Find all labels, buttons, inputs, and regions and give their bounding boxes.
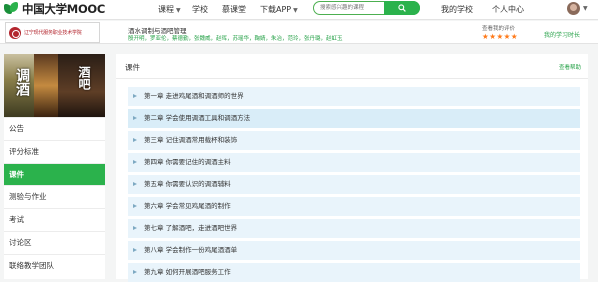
sidebar-item-contact-team[interactable]: 联络教学团队: [4, 253, 105, 277]
chevron-down-icon[interactable]: ▼: [583, 5, 588, 12]
chapter-item[interactable]: 第二章 学会使用调酒工具和调酒方法: [128, 109, 580, 128]
school-name: 辽宁现代服务职业技术学院: [24, 30, 82, 36]
chapter-item[interactable]: 第三章 记住调酒常用载杯和装饰: [128, 131, 580, 150]
course-header: 辽宁现代服务职业技术学院 酒水调制与酒吧管理 殷开明，罗亚伦，蔡德勤，张魏威，赵…: [0, 21, 598, 44]
school-emblem-icon: [9, 26, 21, 39]
sidebar-item-exam[interactable]: 考试: [4, 208, 105, 231]
nav-download-app[interactable]: 下载APP ▼: [260, 4, 298, 15]
course-cover-image: 调酒 酒吧: [4, 54, 105, 117]
chapter-item[interactable]: 第一章 走进鸡尾酒和调酒师的世界: [128, 87, 580, 106]
page-title: 课件: [125, 63, 140, 72]
nav-download-label: 下载APP: [260, 5, 292, 14]
sidebar-item-announcements[interactable]: 公告: [4, 117, 105, 140]
chapter-item[interactable]: 第八章 学会制作一份鸡尾酒酒单: [128, 241, 580, 260]
sidebar-item-forum[interactable]: 讨论区: [4, 230, 105, 254]
nav-my-school[interactable]: 我的学校: [441, 4, 473, 15]
cover-text-left: 调酒: [14, 68, 30, 96]
top-nav: 中国大学MOOC 课程▼ 学校 慕课堂 下载APP▼ 我的学校 个人中心 ▼: [0, 0, 598, 20]
site-logo[interactable]: 中国大学MOOC: [4, 1, 105, 17]
nav-course[interactable]: 课程 ▼: [158, 4, 181, 15]
chapter-item[interactable]: 第九章 如何开展酒吧服务工作: [128, 263, 580, 282]
sidebar-item-grading[interactable]: 评分标准: [4, 139, 105, 163]
sidebar: 调酒 酒吧 公告 评分标准 课件 测验与作业 考试 讨论区 联络教学团队: [4, 54, 105, 279]
chevron-down-icon: ▼: [176, 7, 181, 14]
rating-stars: ★★★★★: [482, 32, 519, 41]
search-button[interactable]: [384, 1, 420, 15]
chevron-down-icon: ▼: [293, 7, 298, 14]
course-teachers[interactable]: 殷开明，罗亚伦，蔡德勤，张魏威，赵晖，苏瑶华，鞠婧，朱冶，范玲，张丹璐，赵虹玉: [128, 34, 343, 42]
study-time-link[interactable]: 我的学习时长: [544, 30, 580, 39]
school-logo[interactable]: 辽宁现代服务职业技术学院: [5, 22, 100, 43]
mooc-logo-icon: [4, 2, 19, 16]
sidebar-item-courseware[interactable]: 课件: [4, 162, 105, 186]
my-rating-link[interactable]: 查看我的评价: [482, 24, 515, 32]
chapter-item[interactable]: 第六章 学会常见鸡尾酒的制作: [128, 197, 580, 216]
avatar[interactable]: [567, 2, 580, 15]
search-icon: [398, 4, 406, 12]
search-box: [313, 1, 420, 15]
help-link[interactable]: 查看帮助: [559, 63, 581, 71]
courseware-panel: 课件 查看帮助 第一章 走进鸡尾酒和调酒师的世界 第二章 学会使用调酒工具和调酒…: [116, 54, 588, 282]
chapter-item[interactable]: 第七章 了解酒吧，走进酒吧世界: [128, 219, 580, 238]
nav-classroom[interactable]: 慕课堂: [222, 4, 246, 15]
nav-course-label: 课程: [158, 5, 174, 14]
sidebar-menu: 公告 评分标准 课件 测验与作业 考试 讨论区 联络教学团队: [4, 117, 105, 277]
cover-text-right: 酒吧: [77, 66, 91, 90]
nav-personal-center[interactable]: 个人中心: [492, 4, 524, 15]
divider: [116, 78, 588, 79]
nav-school[interactable]: 学校: [192, 4, 208, 15]
chapter-item[interactable]: 第四章 你需要记住的调酒主料: [128, 153, 580, 172]
search-input[interactable]: [320, 3, 388, 13]
cover-panel-middle: [34, 54, 58, 117]
sidebar-item-quizzes[interactable]: 测验与作业: [4, 185, 105, 208]
chapter-item[interactable]: 第五章 你需要认识的调酒辅料: [128, 175, 580, 194]
site-name: 中国大学MOOC: [22, 2, 106, 16]
